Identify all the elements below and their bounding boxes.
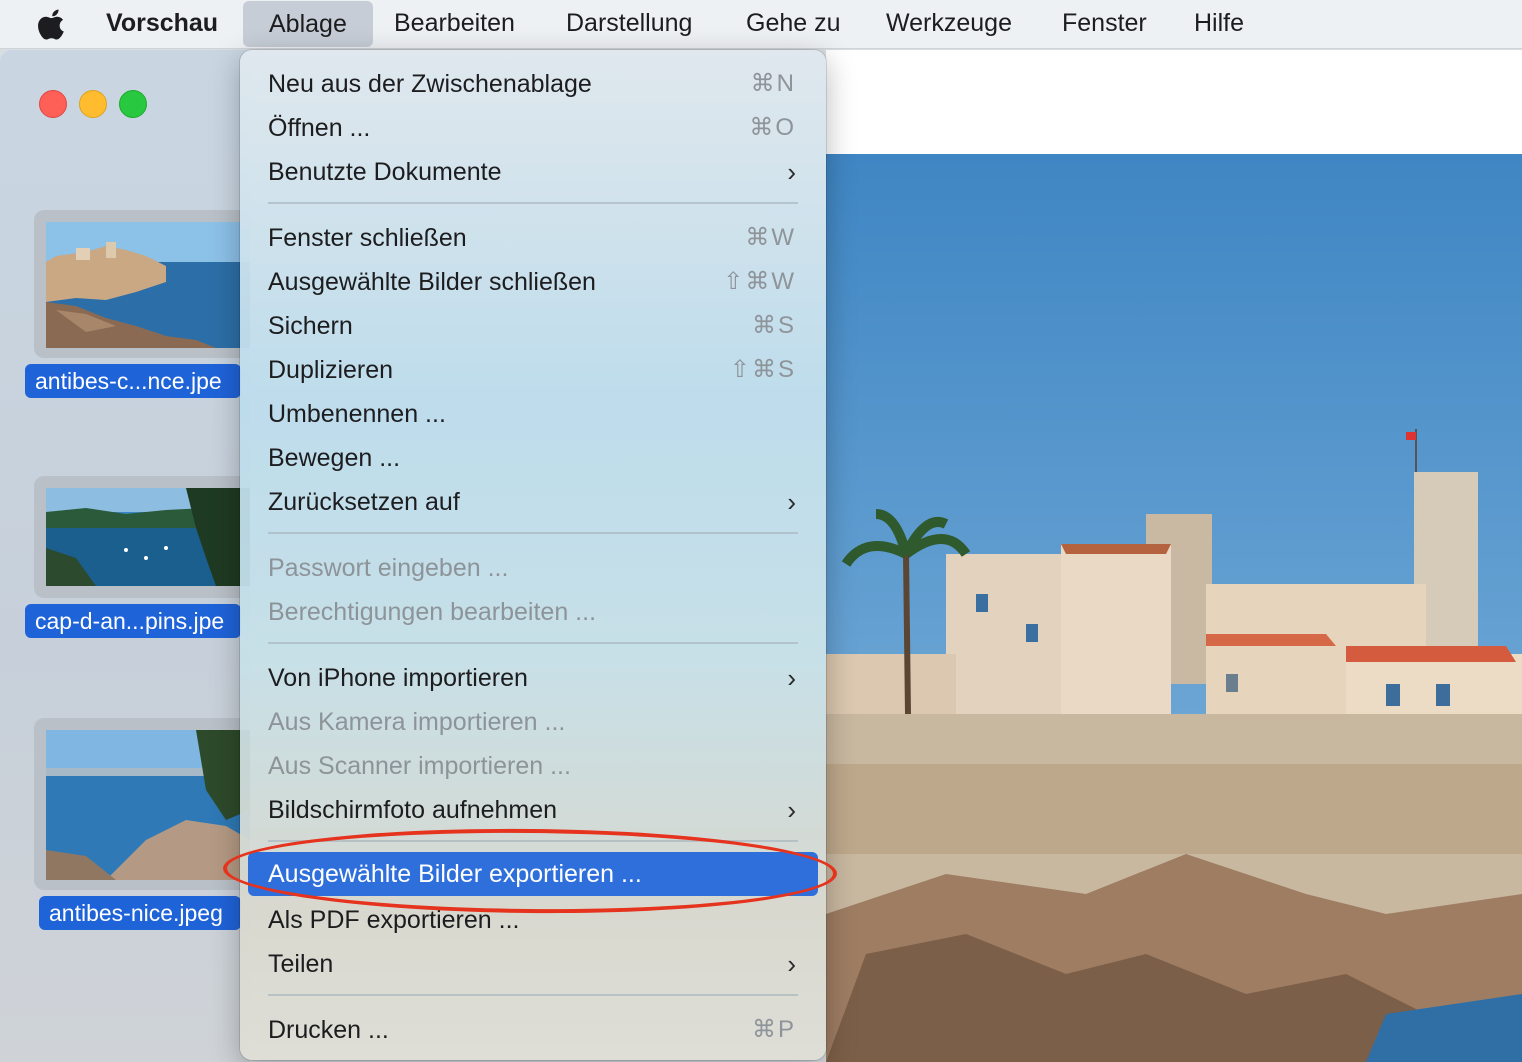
menu-item-bilder-schliessen[interactable]: Ausgewählte Bilder schließen ⇧⌘W [248,260,818,304]
menu-bearbeiten[interactable]: Bearbeiten [368,0,541,48]
shortcut-label: ⌘W [745,224,796,251]
thumbnail-3[interactable] [34,718,250,890]
menu-item-sichern[interactable]: Sichern ⌘S [248,304,818,348]
menu-item-aus-scanner-importieren: Aus Scanner importieren ... [268,752,571,780]
shortcut-label: ⌘O [749,114,796,141]
file-label-1[interactable]: antibes-c...nce.jpe [25,364,241,398]
file-label-2[interactable]: cap-d-an...pins.jpe [25,604,241,638]
menu-item-fenster-schliessen[interactable]: Fenster schließen ⌘W [248,216,818,260]
thumbnail-image [46,730,250,880]
menu-item-zuruecksetzen-auf[interactable]: Zurücksetzen auf › [248,480,818,524]
minimize-window-button[interactable] [79,90,107,118]
menu-separator [268,532,798,534]
menu-item-oeffnen[interactable]: Öffnen ... ⌘O [248,106,818,150]
menu-bar: Vorschau Ablage Bearbeiten Darstellung G… [0,0,1522,49]
menu-hilfe[interactable]: Hilfe [1168,0,1270,48]
menu-separator [268,642,798,644]
shortcut-label: ⌘N [750,70,796,97]
menu-item-aus-kamera-importieren: Aus Kamera importieren ... [268,708,566,736]
thumbnail-image [46,488,250,586]
shortcut-label: ⌘P [751,1016,796,1043]
thumbnail-1[interactable] [34,210,250,358]
menu-fenster[interactable]: Fenster [1036,0,1173,48]
menu-item-berechtigungen-bearbeiten: Berechtigungen bearbeiten ... [268,598,597,626]
document-toolbar [826,50,1522,154]
menu-separator [268,202,798,204]
menu-ablage[interactable]: Ablage [243,1,373,47]
zoom-window-button[interactable] [119,90,147,118]
shortcut-label: ⇧⌘W [723,268,796,295]
preview-image [826,154,1522,1062]
shortcut-label: ⌘S [751,312,796,339]
shortcut-label: ⇧⌘S [729,356,796,383]
chevron-right-icon: › [787,949,796,979]
menu-item-teilen[interactable]: Teilen › [248,942,818,986]
menu-item-duplizieren[interactable]: Duplizieren ⇧⌘S [248,348,818,392]
chevron-right-icon: › [787,795,796,825]
menu-item-passwort-eingeben: Passwort eingeben ... [268,554,509,582]
menu-item-bildschirmfoto-aufnehmen[interactable]: Bildschirmfoto aufnehmen › [248,788,818,832]
chevron-right-icon: › [787,663,796,693]
menu-darstellung[interactable]: Darstellung [540,0,718,48]
menu-app-name[interactable]: Vorschau [80,0,244,48]
menu-separator [268,994,798,996]
thumbnail-sidebar: antibes-c...nce.jpe cap-d-an...pins.jpe [0,50,250,1062]
chevron-right-icon: › [787,157,796,187]
menu-item-benutzte-dokumente[interactable]: Benutzte Dokumente › [248,150,818,194]
menu-item-umbenennen[interactable]: Umbenennen ... [248,392,818,436]
menu-item-neu-aus-zwischenablage[interactable]: Neu aus der Zwischenablage ⌘N [248,62,818,106]
menu-item-drucken[interactable]: Drucken ... ⌘P [248,1008,818,1052]
menu-item-bewegen[interactable]: Bewegen ... [248,436,818,480]
chevron-right-icon: › [787,487,796,517]
file-label-3[interactable]: antibes-nice.jpeg [39,896,241,930]
thumbnail-image [46,222,250,348]
thumbnail-2[interactable] [34,476,250,598]
apple-logo-icon[interactable] [38,8,68,40]
close-window-button[interactable] [39,90,67,118]
menu-werkzeuge[interactable]: Werkzeuge [860,0,1038,48]
menu-item-von-iphone-importieren[interactable]: Von iPhone importieren › [248,656,818,700]
menu-gehe-zu[interactable]: Gehe zu [720,0,867,48]
